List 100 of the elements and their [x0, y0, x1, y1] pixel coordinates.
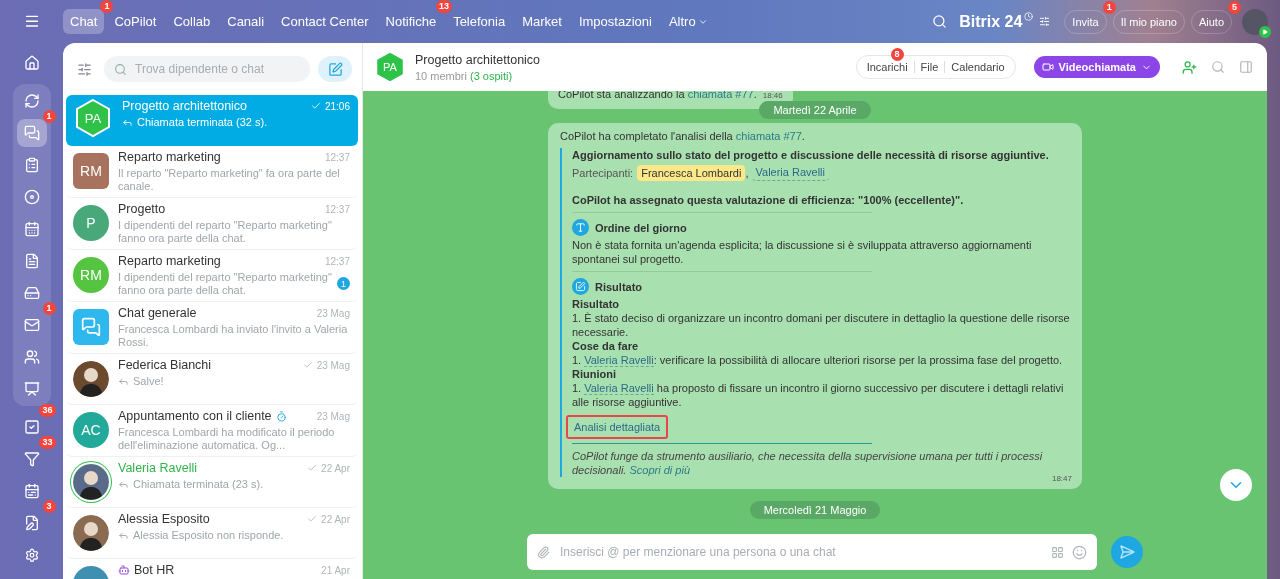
learn-more-link[interactable]: Scopri di più [629, 464, 691, 476]
call-link[interactable]: chiamata #77 [687, 91, 754, 100]
chat-name: Valeria Ravelli [118, 461, 197, 475]
chat-item[interactable]: PA Progetto architettonico 21:06 Chiamata terminata (32 s). [66, 95, 358, 146]
calendar-icon [23, 483, 40, 500]
mention-link[interactable]: Valeria Ravelli [584, 382, 654, 395]
chat-item[interactable]: P Progetto 12:37 I dipendenti del reparto "Reparto marketing" fanno ora parte della chat. [66, 198, 358, 250]
chat-bubbles-icon [81, 317, 101, 337]
chat-item[interactable]: Federica Bianchi 23 Mag Salve! [66, 354, 358, 405]
chat-item[interactable]: Alessia Esposito 22 Apr Alessia Esposito non risponde. [66, 508, 358, 559]
scroll-down-button[interactable] [1220, 469, 1252, 501]
participant-link[interactable]: Valeria Ravelli [751, 164, 829, 181]
nav-tab[interactable]: Contact Center [274, 9, 376, 34]
nav-tab[interactable]: Collab [166, 9, 218, 34]
group-avatar: PA [73, 98, 113, 138]
send-button[interactable] [1111, 536, 1143, 568]
search-input[interactable]: Trova dipendente o chat [133, 61, 300, 77]
chat-time: 23 Mag [316, 307, 350, 319]
chat-title: Progetto architettonico [415, 52, 542, 67]
filter-icon[interactable] [77, 61, 92, 77]
header-tab[interactable]: Calendario [945, 61, 1011, 73]
header-tab[interactable]: File [914, 61, 945, 73]
compose-button[interactable] [318, 56, 352, 82]
chat-time: 23 Mag [316, 359, 350, 371]
add-user-icon[interactable] [1182, 59, 1197, 75]
message-text: CoPilot sta analizzando la chiamata #77. [558, 91, 757, 100]
user-avatar[interactable] [1242, 8, 1268, 35]
grid-icon[interactable] [1051, 545, 1064, 559]
chat-item[interactable]: Valeria Ravelli 22 Apr Chiamata terminata (23 s). [66, 457, 358, 508]
chat-item[interactable]: Bot HR 21 Apr [66, 559, 358, 579]
users-icon [23, 349, 40, 366]
chat-item[interactable]: AC Appuntamento con il cliente 23 Mag Francesca Lombardi ha modificato il periodo dell'eliminazione automatica. Og... [66, 405, 358, 457]
rating-text: CoPilot ha assegnato questa valutazione di efficienza: "100% (eccellente)". [572, 193, 965, 207]
brand-logo: Bitrix 24 [959, 12, 1023, 31]
message-text: CoPilot ha completato l'analisi della chiamata #77. [560, 130, 805, 142]
header-tab[interactable]: Incarichi [860, 61, 914, 73]
calendar-icon [23, 221, 40, 238]
video-call-button[interactable]: Videochiamata [1033, 56, 1160, 78]
list-item: 1. Valeria Ravelli ha proposto di fissare un incontro il giorno successivo per discutere i dettagli relativi alle risorse aggiuntive. [572, 381, 1065, 409]
sliders-icon[interactable] [1039, 16, 1051, 27]
chat-name: Progetto [118, 202, 166, 216]
nav-tab[interactable]: Canali [220, 9, 272, 34]
section-title: Risultato [595, 279, 643, 294]
count-badge: 8 [890, 48, 904, 61]
nav-tab[interactable]: Chat [63, 9, 105, 34]
detail-link[interactable]: Analisi dettagliata [566, 415, 669, 439]
nav-tab[interactable]: Altro [661, 9, 715, 34]
count-badge: 5 [1228, 0, 1241, 14]
chat-avatar: P [73, 205, 109, 241]
clipboard-icon [23, 157, 40, 174]
chat-preview: Chiamata terminata (23 s). [133, 478, 265, 491]
list-item: 1. Valeria Ravelli: verificare la possibilità di allocare ulteriori risorse per la prossima fase del progetto. [572, 353, 1064, 367]
search-icon[interactable] [1211, 60, 1225, 74]
nav-tab[interactable]: Impostazioni [571, 9, 659, 34]
chat-icon [23, 125, 40, 142]
nav-tab[interactable]: Market [515, 9, 569, 34]
search-icon[interactable] [932, 14, 948, 29]
document-icon [23, 253, 40, 270]
call-link[interactable]: chiamata #77 [735, 130, 802, 142]
message-bar[interactable]: Inserisci @ per menzionare una persona o una chat [527, 534, 1097, 570]
search-icon [114, 62, 127, 76]
chat-time: 21:06 [324, 100, 350, 112]
chat-time: 12:37 [324, 255, 350, 267]
group-heading: Cose da fare [572, 339, 640, 353]
group-heading: Risultato [572, 297, 621, 311]
smile-icon[interactable] [1072, 544, 1087, 560]
reply-icon [122, 117, 133, 128]
chat-name: Alessia Esposito [118, 512, 210, 526]
chat-name: Progetto architettonico [122, 99, 248, 113]
date-divider: Martedì 22 Aprile [759, 101, 871, 119]
chat-item[interactable]: RM Reparto marketing 12:37 Il reparto "Reparto marketing" fa ora parte del canale. [66, 146, 358, 198]
message-input[interactable]: Inserisci @ per menzionare una persona o una chat [558, 544, 1043, 560]
sidebar-button[interactable] [16, 119, 47, 148]
chat-name: Federica Bianchi [118, 358, 212, 372]
chat-name: Reparto marketing [118, 150, 221, 164]
settings-icon[interactable] [23, 548, 40, 563]
chat-time: 22 Apr [321, 462, 350, 474]
disclaimer-text: CoPilot funge da strumento ausiliario, che necessita della supervisione umana per tutti i processi decisionali. Scopri di più [572, 449, 1044, 477]
chat-preview: I dipendenti del reparto "Reparto marketing" fanno ora parte della chat. [118, 219, 333, 245]
chat-item[interactable]: Chat generale 23 Mag Francesca Lombardi ha inviato l'invito a Valeria Rossi. [66, 302, 358, 354]
search-bar[interactable]: Trova dipendente o chat [104, 56, 310, 82]
paperclip-icon[interactable] [537, 545, 550, 559]
members-count[interactable]: 10 membri (3 ospiti) [415, 69, 848, 82]
chat-name: Chat generale [118, 306, 197, 320]
participant-link[interactable]: Francesca Lombardi [637, 164, 746, 181]
chat-preview: I dipendenti del reparto "Reparto marketing" fanno ora parte della chat. [118, 271, 333, 297]
chat-name: Bot HR [134, 563, 175, 577]
chat-name: Appuntamento con il cliente [118, 409, 272, 423]
compose-icon [327, 61, 343, 77]
reply-icon [118, 376, 129, 387]
document-pen-icon [23, 515, 40, 532]
mail-icon [23, 317, 40, 334]
edit-icon [572, 278, 589, 295]
drive-icon [23, 285, 40, 302]
refresh-icon [23, 93, 40, 110]
mention-link[interactable]: Valeria Ravelli [584, 354, 654, 367]
chat-item[interactable]: RM Reparto marketing 12:37 I dipendenti del reparto "Reparto marketing" fanno ora parte della chat. 1 [66, 250, 358, 302]
unread-badge: 1 [337, 277, 350, 290]
message-time: 18:47 [1051, 473, 1072, 485]
chat-time: 12:37 [324, 203, 350, 215]
